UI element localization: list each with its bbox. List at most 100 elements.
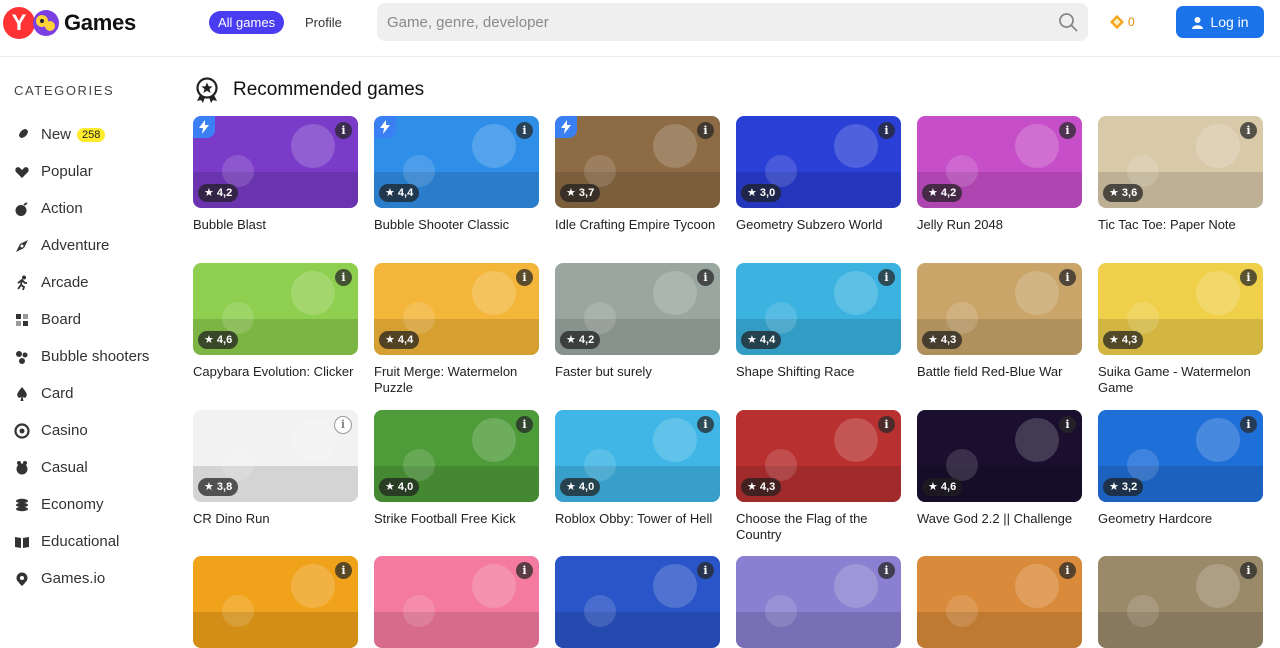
game-card[interactable]: i: [193, 556, 358, 648]
game-thumbnail[interactable]: i ★ 4,0: [555, 410, 720, 502]
info-icon[interactable]: i: [1240, 562, 1257, 579]
game-card[interactable]: i ★ 3,2 Geometry Hardcore: [1098, 410, 1263, 527]
info-icon[interactable]: i: [878, 416, 895, 433]
game-thumbnail[interactable]: i ★ 4,4: [736, 263, 901, 355]
game-thumbnail[interactable]: i ★ 4,3: [736, 410, 901, 502]
info-icon[interactable]: i: [516, 269, 533, 286]
info-icon[interactable]: i: [1059, 269, 1076, 286]
game-card[interactable]: i: [1098, 556, 1263, 648]
sidebar-item-educational[interactable]: Educational: [14, 523, 184, 560]
game-thumbnail[interactable]: i ★ 3,8: [193, 410, 358, 502]
info-icon[interactable]: i: [334, 416, 352, 434]
game-thumbnail[interactable]: i ★ 4,2: [555, 263, 720, 355]
game-title[interactable]: CR Dino Run: [193, 511, 358, 527]
game-title[interactable]: Shape Shifting Race: [736, 364, 901, 380]
sidebar-item-games-io[interactable]: Games.io: [14, 560, 184, 597]
info-icon[interactable]: i: [878, 122, 895, 139]
game-card[interactable]: i ★ 4,6 Wave God 2.2 || Challenge: [917, 410, 1082, 527]
info-icon[interactable]: i: [697, 122, 714, 139]
game-thumbnail[interactable]: i ★ 4,6: [917, 410, 1082, 502]
info-icon[interactable]: i: [697, 269, 714, 286]
sidebar-item-board[interactable]: Board: [14, 301, 184, 338]
login-button[interactable]: Log in: [1176, 6, 1264, 38]
game-thumbnail[interactable]: i: [193, 556, 358, 648]
info-icon[interactable]: i: [335, 562, 352, 579]
game-card[interactable]: i ★ 4,2 Jelly Run 2048: [917, 116, 1082, 233]
game-title[interactable]: Tic Tac Toe: Paper Note: [1098, 217, 1263, 233]
sidebar-item-arcade[interactable]: Arcade: [14, 264, 184, 301]
game-card[interactable]: i ★ 4,3 Suika Game - Watermelon Game: [1098, 263, 1263, 396]
search-input[interactable]: Game, genre, developer: [377, 3, 1088, 41]
game-card[interactable]: i ★ 4,3 Choose the Flag of the Country: [736, 410, 901, 543]
info-icon[interactable]: i: [878, 562, 895, 579]
game-thumbnail[interactable]: i ★ 4,3: [1098, 263, 1263, 355]
info-icon[interactable]: i: [335, 122, 352, 139]
game-card[interactable]: i ★ 4,2 Bubble Blast: [193, 116, 358, 233]
game-card[interactable]: i ★ 3,8 CR Dino Run: [193, 410, 358, 527]
game-thumbnail[interactable]: i ★ 3,2: [1098, 410, 1263, 502]
game-title[interactable]: Idle Crafting Empire Tycoon: [555, 217, 720, 233]
info-icon[interactable]: i: [1240, 269, 1257, 286]
game-thumbnail[interactable]: i ★ 4,2: [193, 116, 358, 208]
game-title[interactable]: Geometry Hardcore: [1098, 511, 1263, 527]
info-icon[interactable]: i: [516, 562, 533, 579]
game-card[interactable]: i ★ 4,4 Fruit Merge: Watermelon Puzzle: [374, 263, 539, 396]
game-title[interactable]: Roblox Obby: Tower of Hell: [555, 511, 720, 527]
game-card[interactable]: i: [736, 556, 901, 648]
info-icon[interactable]: i: [516, 122, 533, 139]
game-title[interactable]: Geometry Subzero World: [736, 217, 901, 233]
sidebar-item-casino[interactable]: Casino: [14, 412, 184, 449]
info-icon[interactable]: i: [1240, 122, 1257, 139]
nav-all-games[interactable]: All games: [209, 11, 285, 34]
game-card[interactable]: i ★ 4,6 Capybara Evolution: Clicker: [193, 263, 358, 380]
game-title[interactable]: Bubble Blast: [193, 217, 358, 233]
game-thumbnail[interactable]: i ★ 4,0: [374, 410, 539, 502]
game-title[interactable]: Jelly Run 2048: [917, 217, 1082, 233]
info-icon[interactable]: i: [878, 269, 895, 286]
game-card[interactable]: i ★ 4,0 Strike Football Free Kick: [374, 410, 539, 527]
game-card[interactable]: i ★ 4,4 Shape Shifting Race: [736, 263, 901, 380]
game-title[interactable]: Choose the Flag of the Country: [736, 511, 901, 543]
game-title[interactable]: Fruit Merge: Watermelon Puzzle: [374, 364, 539, 396]
game-title[interactable]: Strike Football Free Kick: [374, 511, 539, 527]
game-title[interactable]: Faster but surely: [555, 364, 720, 380]
game-thumbnail[interactable]: i ★ 4,4: [374, 116, 539, 208]
game-card[interactable]: i: [917, 556, 1082, 648]
info-icon[interactable]: i: [1059, 416, 1076, 433]
info-icon[interactable]: i: [697, 416, 714, 433]
game-title[interactable]: Wave God 2.2 || Challenge: [917, 511, 1082, 527]
game-thumbnail[interactable]: i: [374, 556, 539, 648]
info-icon[interactable]: i: [1059, 122, 1076, 139]
game-thumbnail[interactable]: i: [1098, 556, 1263, 648]
game-title[interactable]: Capybara Evolution: Clicker: [193, 364, 358, 380]
info-icon[interactable]: i: [1059, 562, 1076, 579]
game-thumbnail[interactable]: i ★ 4,3: [917, 263, 1082, 355]
game-title[interactable]: Suika Game - Watermelon Game: [1098, 364, 1263, 396]
sidebar-item-casual[interactable]: Casual: [14, 449, 184, 486]
game-card[interactable]: i ★ 3,7 Idle Crafting Empire Tycoon: [555, 116, 720, 233]
logo[interactable]: Y Games: [3, 6, 136, 40]
info-icon[interactable]: i: [335, 269, 352, 286]
game-card[interactable]: i ★ 4,0 Roblox Obby: Tower of Hell: [555, 410, 720, 527]
game-thumbnail[interactable]: i: [736, 556, 901, 648]
sidebar-item-popular[interactable]: Popular: [14, 153, 184, 190]
game-card[interactable]: i: [374, 556, 539, 648]
game-title[interactable]: Battle field Red-Blue War: [917, 364, 1082, 380]
search-icon[interactable]: [1058, 12, 1078, 32]
game-card[interactable]: i ★ 4,4 Bubble Shooter Classic: [374, 116, 539, 233]
coins-balance[interactable]: 0: [1109, 14, 1135, 30]
sidebar-item-new[interactable]: New 258: [14, 116, 184, 153]
info-icon[interactable]: i: [1240, 416, 1257, 433]
game-thumbnail[interactable]: i ★ 3,6: [1098, 116, 1263, 208]
game-thumbnail[interactable]: i ★ 4,2: [917, 116, 1082, 208]
info-icon[interactable]: i: [697, 562, 714, 579]
sidebar-item-adventure[interactable]: Adventure: [14, 227, 184, 264]
game-thumbnail[interactable]: i: [555, 556, 720, 648]
game-thumbnail[interactable]: i ★ 3,0: [736, 116, 901, 208]
game-card[interactable]: i ★ 3,6 Tic Tac Toe: Paper Note: [1098, 116, 1263, 233]
game-card[interactable]: i: [555, 556, 720, 648]
game-card[interactable]: i ★ 4,2 Faster but surely: [555, 263, 720, 380]
game-card[interactable]: i ★ 3,0 Geometry Subzero World: [736, 116, 901, 233]
nav-profile[interactable]: Profile: [305, 11, 342, 34]
sidebar-item-action[interactable]: Action: [14, 190, 184, 227]
